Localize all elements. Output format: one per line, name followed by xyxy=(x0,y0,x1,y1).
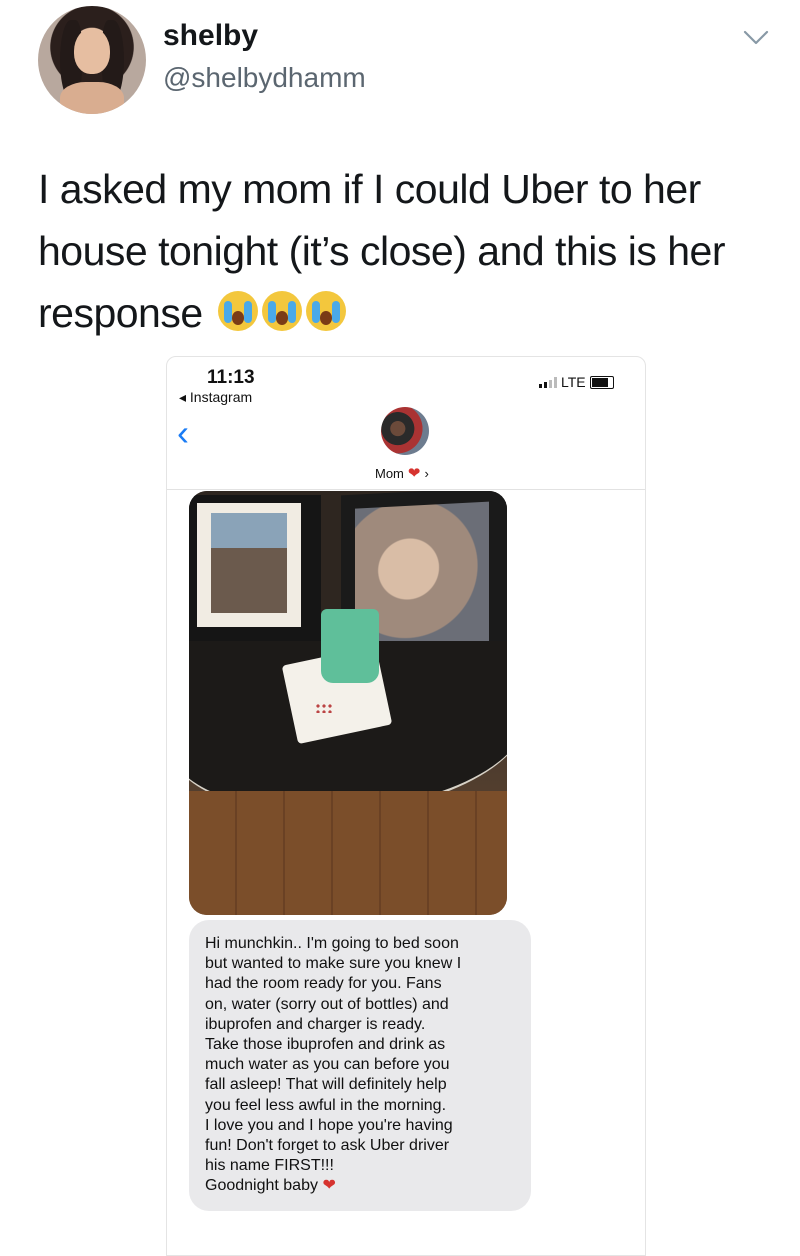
battery-icon xyxy=(589,375,614,389)
message-line: much water as you can before you xyxy=(205,1056,450,1074)
loudly-crying-face-emoji xyxy=(217,291,258,331)
message-line: his name FIRST!!! xyxy=(205,1157,334,1175)
back-to-app-label: ◂ Instagram xyxy=(179,389,253,405)
user-handle[interactable]: @shelbydhamm xyxy=(163,62,366,94)
message-closing: Goodnight baby xyxy=(205,1177,318,1195)
loudly-crying-face-emoji xyxy=(261,291,302,331)
contact-name: Mom ❤ › xyxy=(375,464,429,482)
network-label: LTE xyxy=(561,374,586,390)
embedded-screenshot[interactable]: 11:13 ◂ Instagram LTE ‹ Mom ❤ › Hi munch… xyxy=(166,356,646,1256)
profile-avatar[interactable] xyxy=(38,6,146,114)
message-line: you feel less awful in the morning. xyxy=(205,1096,447,1114)
message-line: ibuprofen and charger is ready. xyxy=(205,1015,426,1033)
message-line: Goodnight baby ❤ xyxy=(205,1176,517,1196)
chevron-right-icon: › xyxy=(424,465,429,481)
loudly-crying-face-emoji xyxy=(305,291,346,331)
heart-icon: ❤ xyxy=(407,465,421,482)
tweet-text-line: I asked my mom if I could Uber to her xyxy=(38,166,701,212)
message-bubble: Hi munchkin.. I'm going to bed soon but … xyxy=(189,920,531,1211)
status-time: 11:13 xyxy=(207,367,255,388)
tweet-text: I asked my mom if I could Uber to her ho… xyxy=(38,158,778,344)
heart-icon: ❤ xyxy=(322,1177,336,1195)
message-line: fun! Don't forget to ask Uber driver xyxy=(205,1137,450,1155)
tweet-text-line: house tonight (it’s close) and this is h… xyxy=(38,228,726,274)
contact-avatar xyxy=(381,407,429,455)
message-line: but wanted to make sure you knew I xyxy=(205,955,462,973)
message-line: on, water (sorry out of bottles) and xyxy=(205,995,449,1013)
display-name[interactable]: shelby xyxy=(163,19,258,53)
back-chevron-icon: ‹ xyxy=(177,412,189,453)
message-photo xyxy=(189,491,507,915)
status-indicators: LTE xyxy=(539,374,614,390)
message-line: I love you and I hope you're having xyxy=(205,1116,453,1134)
message-line: Hi munchkin.. I'm going to bed soon xyxy=(205,935,459,952)
message-line: Take those ibuprofen and drink as xyxy=(205,1036,446,1054)
tweet-text-tail: response xyxy=(38,290,203,336)
contact-name-label: Mom xyxy=(375,465,404,481)
header-divider xyxy=(167,489,645,490)
signal-icon xyxy=(539,376,557,388)
tweet-text-line: response xyxy=(38,282,778,344)
chevron-down-icon[interactable] xyxy=(742,28,770,48)
message-line: fall asleep! That will definitely help xyxy=(205,1076,447,1094)
message-line: had the room ready for you. Fans xyxy=(205,975,442,993)
